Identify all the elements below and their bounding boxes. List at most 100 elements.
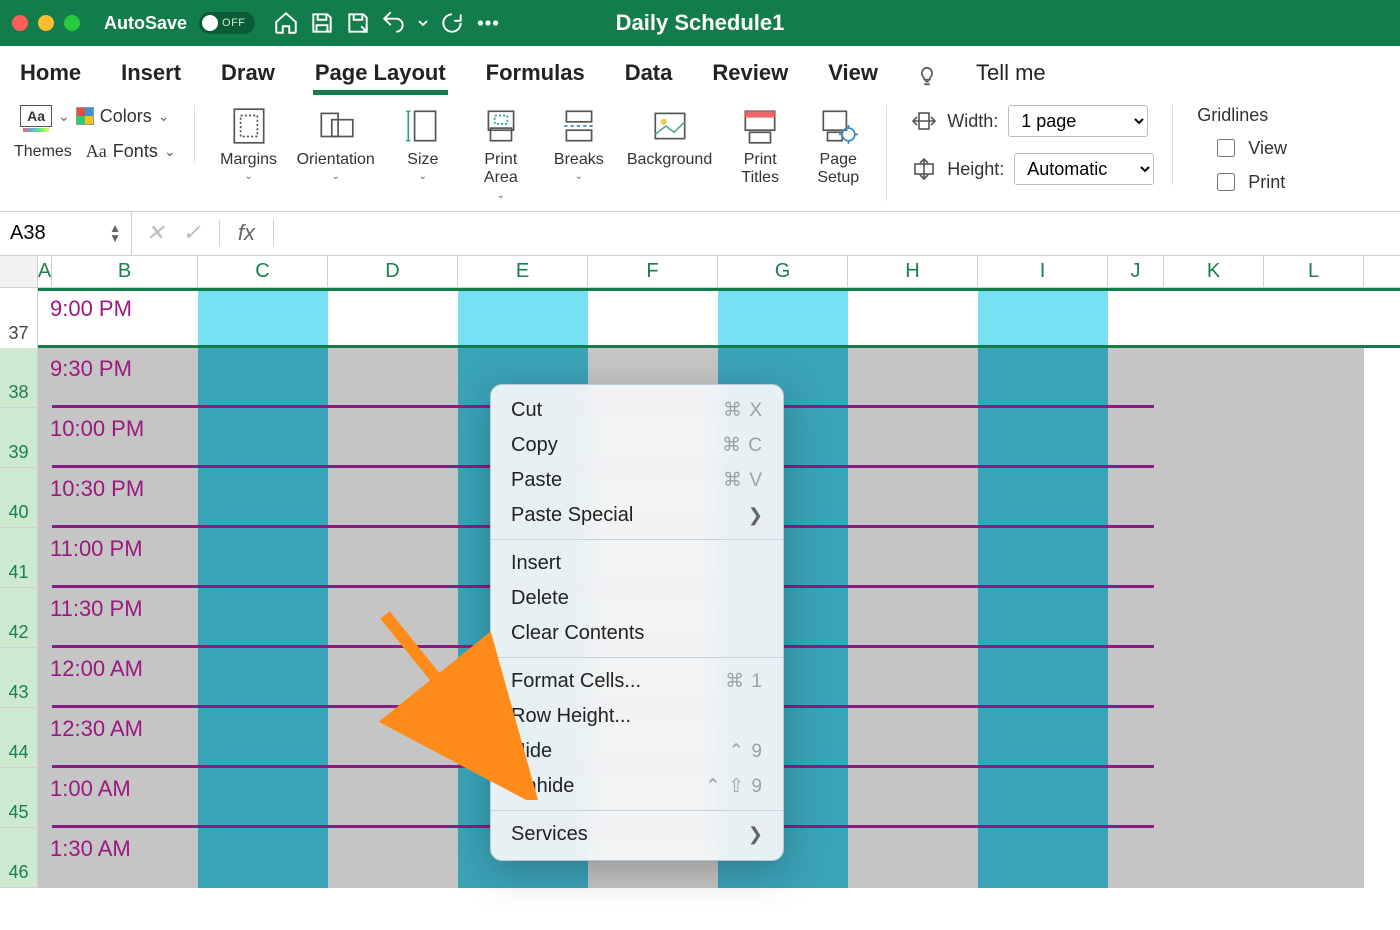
- close-window-icon[interactable]: [12, 15, 28, 31]
- cell[interactable]: [328, 468, 458, 528]
- save-icon[interactable]: [309, 10, 335, 36]
- cancel-formula-icon[interactable]: ✕: [146, 220, 164, 246]
- column-header[interactable]: D: [328, 256, 458, 287]
- colors-dropdown-icon[interactable]: ⌄: [158, 108, 170, 125]
- cell[interactable]: [328, 528, 458, 588]
- column-header[interactable]: H: [848, 256, 978, 287]
- column-header[interactable]: K: [1164, 256, 1264, 287]
- tab-view[interactable]: View: [826, 56, 880, 95]
- cell[interactable]: [1164, 468, 1264, 528]
- cell[interactable]: [1264, 828, 1364, 888]
- chevron-down-icon[interactable]: ⌄: [244, 171, 252, 182]
- fonts-button[interactable]: Aa Fonts ⌄: [86, 141, 176, 162]
- tab-formulas[interactable]: Formulas: [484, 56, 587, 95]
- row-header[interactable]: 41: [0, 528, 38, 588]
- cell[interactable]: [1108, 828, 1164, 888]
- cell[interactable]: [1264, 468, 1364, 528]
- tab-review[interactable]: Review: [710, 56, 790, 95]
- redo-icon[interactable]: [439, 10, 465, 36]
- row-header[interactable]: 45: [0, 768, 38, 828]
- tab-insert[interactable]: Insert: [119, 56, 183, 95]
- tell-me-search[interactable]: Tell me: [974, 56, 1048, 95]
- print-titles-button[interactable]: Print Titles: [730, 105, 790, 188]
- cell[interactable]: [328, 291, 458, 345]
- row-header[interactable]: 44: [0, 708, 38, 768]
- cell[interactable]: [848, 588, 978, 648]
- breaks-button[interactable]: Breaks ⌄: [549, 105, 609, 182]
- column-header[interactable]: C: [198, 256, 328, 287]
- column-header[interactable]: I: [978, 256, 1108, 287]
- table-row[interactable]: 379:00 PM: [0, 288, 1400, 348]
- row-header[interactable]: 42: [0, 588, 38, 648]
- cell[interactable]: [978, 528, 1108, 588]
- cell[interactable]: [848, 291, 978, 345]
- cell[interactable]: [458, 291, 588, 345]
- margins-button[interactable]: Margins ⌄: [219, 105, 279, 182]
- row-header[interactable]: 38: [0, 348, 38, 408]
- column-header[interactable]: J: [1108, 256, 1164, 287]
- cell[interactable]: [1164, 708, 1264, 768]
- menu-clear-contents[interactable]: Clear Contents: [491, 616, 783, 651]
- undo-icon[interactable]: [381, 10, 407, 36]
- chevron-down-icon[interactable]: ⌄: [575, 171, 583, 182]
- menu-copy[interactable]: Copy⌘ C: [491, 428, 783, 463]
- column-header[interactable]: G: [718, 256, 848, 287]
- undo-dropdown-icon[interactable]: [417, 10, 429, 36]
- cell[interactable]: [978, 291, 1108, 345]
- page-setup-button[interactable]: Page Setup: [808, 105, 868, 188]
- accept-formula-icon[interactable]: ✓: [182, 220, 200, 246]
- cell[interactable]: [1108, 648, 1164, 708]
- column-header[interactable]: E: [458, 256, 588, 287]
- row-header[interactable]: 40: [0, 468, 38, 528]
- column-header[interactable]: L: [1264, 256, 1364, 287]
- cell[interactable]: [328, 828, 458, 888]
- cell[interactable]: [978, 408, 1108, 468]
- cell[interactable]: [848, 768, 978, 828]
- size-button[interactable]: Size ⌄: [393, 105, 453, 182]
- cell[interactable]: [198, 528, 328, 588]
- cell[interactable]: [1264, 768, 1364, 828]
- save-as-icon[interactable]: [345, 10, 371, 36]
- cell[interactable]: [328, 588, 458, 648]
- name-box[interactable]: A38 ▲▼: [0, 212, 132, 255]
- cell[interactable]: [978, 348, 1108, 408]
- chevron-down-icon[interactable]: ⌄: [419, 171, 427, 182]
- cell[interactable]: [1164, 528, 1264, 588]
- menu-hide[interactable]: Hide⌃ 9: [491, 734, 783, 769]
- chevron-down-icon[interactable]: ⌄: [497, 190, 505, 201]
- cell[interactable]: [1108, 291, 1164, 345]
- home-icon[interactable]: [273, 10, 299, 36]
- column-header[interactable]: A: [38, 256, 52, 287]
- cell[interactable]: [1164, 408, 1264, 468]
- cell[interactable]: [198, 408, 328, 468]
- width-select[interactable]: 1 page: [1008, 105, 1148, 137]
- cell[interactable]: [978, 828, 1108, 888]
- cell[interactable]: [198, 348, 328, 408]
- minimize-window-icon[interactable]: [38, 15, 54, 31]
- fonts-dropdown-icon[interactable]: ⌄: [164, 143, 176, 160]
- cell[interactable]: [328, 348, 458, 408]
- cell[interactable]: [1264, 648, 1364, 708]
- height-select[interactable]: Automatic: [1014, 153, 1154, 185]
- cell[interactable]: [588, 291, 718, 345]
- cell[interactable]: [198, 708, 328, 768]
- menu-format-cells[interactable]: Format Cells...⌘ 1: [491, 664, 783, 699]
- cell[interactable]: [848, 528, 978, 588]
- tab-data[interactable]: Data: [623, 56, 675, 95]
- menu-cut[interactable]: Cut⌘ X: [491, 393, 783, 428]
- column-header[interactable]: F: [588, 256, 718, 287]
- cell[interactable]: [848, 708, 978, 768]
- cell[interactable]: [198, 828, 328, 888]
- cell[interactable]: [1108, 708, 1164, 768]
- gridlines-print-checkbox[interactable]: Print: [1213, 170, 1287, 194]
- themes-button[interactable]: Aa: [20, 105, 52, 127]
- cell[interactable]: [978, 468, 1108, 528]
- cell[interactable]: [848, 648, 978, 708]
- cell[interactable]: [1264, 708, 1364, 768]
- cell[interactable]: [978, 768, 1108, 828]
- menu-paste[interactable]: Paste⌘ V: [491, 463, 783, 498]
- cell[interactable]: [978, 588, 1108, 648]
- fx-icon[interactable]: fx: [238, 220, 255, 246]
- cell[interactable]: [1264, 588, 1364, 648]
- cell[interactable]: [848, 468, 978, 528]
